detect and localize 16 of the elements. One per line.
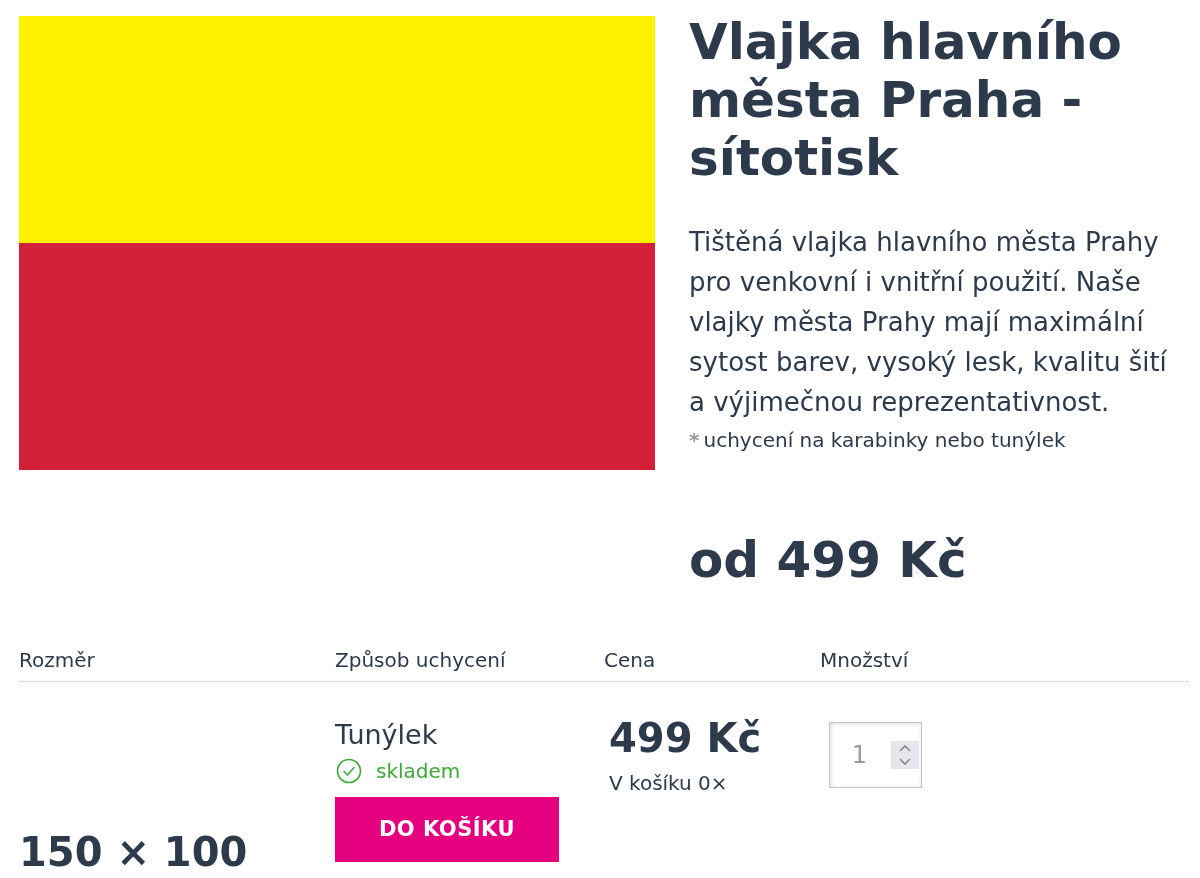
mounting-value: Tunýlek <box>335 719 438 751</box>
stock-status: skladem <box>376 758 461 784</box>
check-circle-icon <box>336 758 362 784</box>
product-title: Vlajka hlavního města Praha - sítotisk <box>689 13 1123 187</box>
variant-price: 499 Kč <box>609 714 762 762</box>
column-header: Způsob uchycení <box>335 647 507 673</box>
footnote-text: * uchycení na karabinky nebo tunýlek <box>689 427 1067 454</box>
column-header: Rozměr <box>19 647 96 673</box>
column-header: Cena <box>604 647 657 673</box>
size-value: 150 × 100 <box>19 828 248 876</box>
add-to-cart-button[interactable]: DO KOŠÍKU <box>335 797 559 862</box>
product-description: Tištěná vlajka hlavního města Prahy pro venkovní i vnitřní použití. Naše vlajky města Prahy mají maximální sytost barev, vysoký lesk, kvalitu šití a výjimečnou reprezentativnost. <box>689 226 1168 419</box>
column-header: Množství <box>820 647 910 673</box>
cart-count: V košíku 0× <box>609 770 728 796</box>
product-price: od 499 Kč <box>689 530 968 590</box>
spinner-icon[interactable] <box>891 741 919 769</box>
